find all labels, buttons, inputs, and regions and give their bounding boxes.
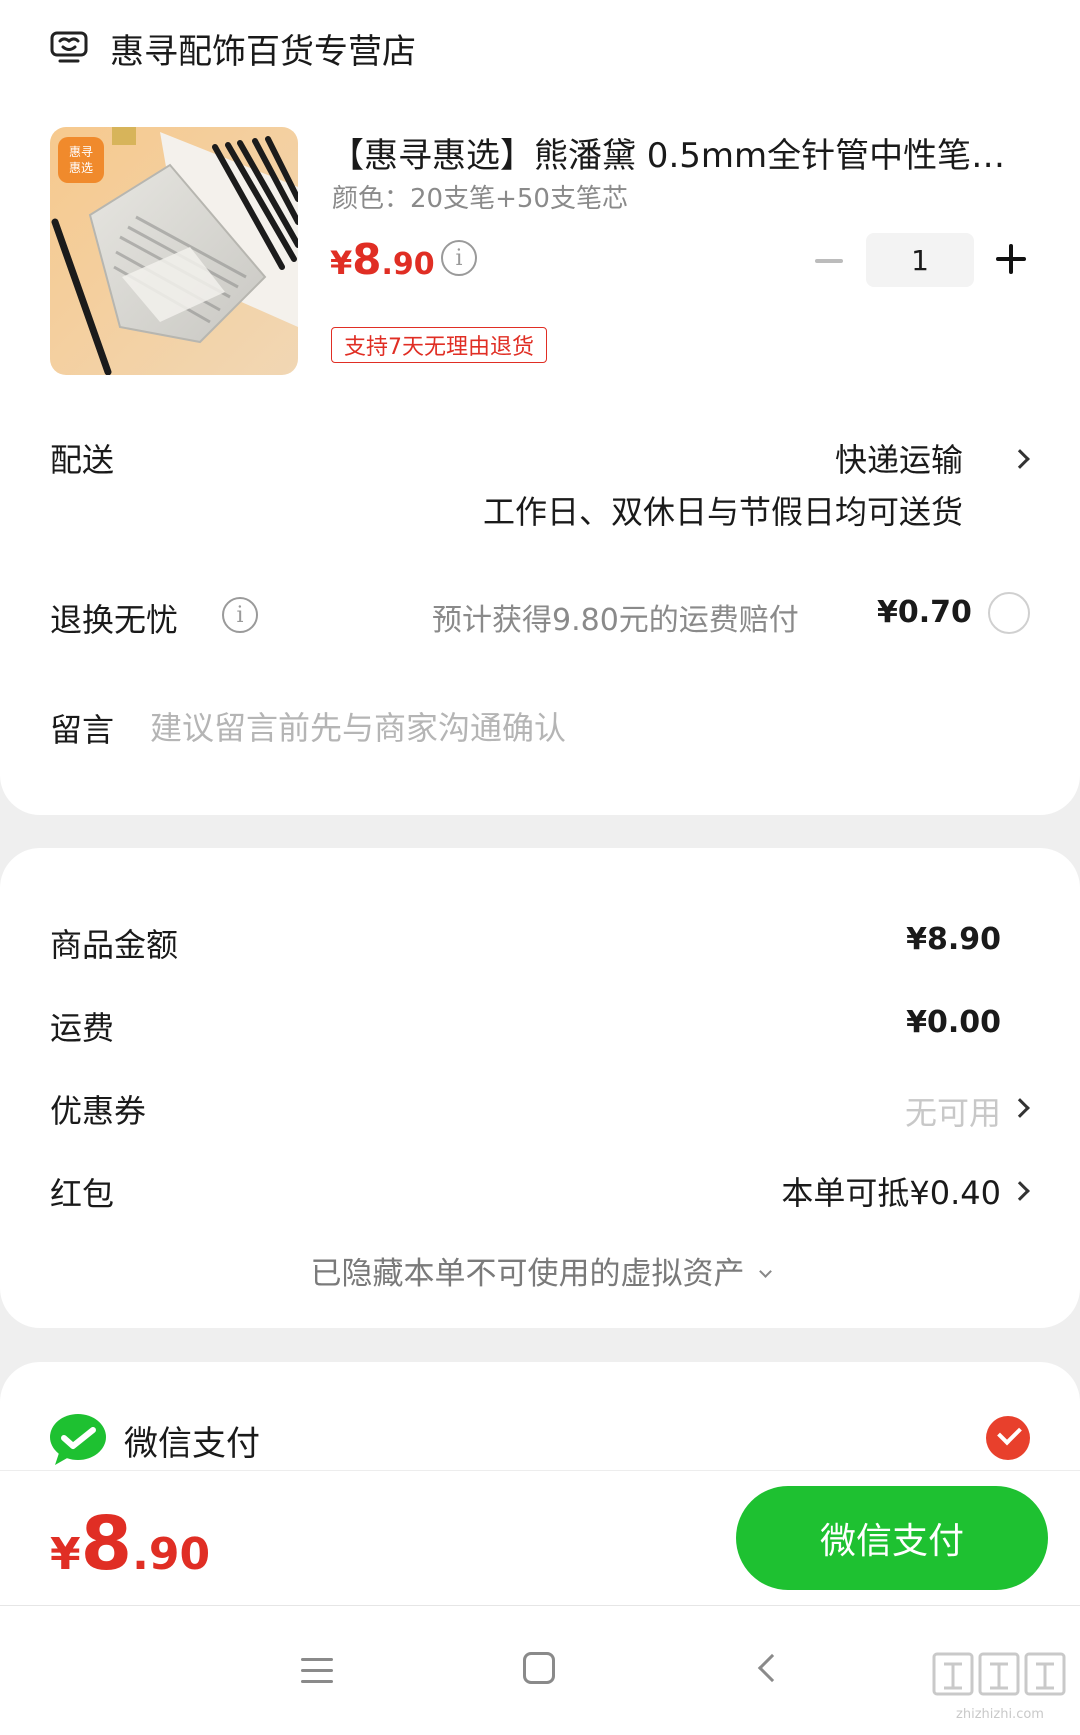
- wechat-pay-icon: [50, 1414, 106, 1465]
- delivery-description: 工作日、双休日与节假日均可送货: [482, 493, 963, 531]
- chevron-down-icon: [758, 1265, 772, 1278]
- goods-amount-label: 商品金额: [50, 926, 179, 964]
- hidden-assets-text: 已隐藏本单不可使用的虚拟资产: [310, 1256, 745, 1292]
- message-label: 留言: [50, 711, 115, 749]
- total-price: ¥ 8 .90: [50, 1501, 210, 1587]
- price-integer: 8: [352, 235, 382, 284]
- order-item-card: 惠寻配饰百货专营店 惠寻 惠选 【惠寻惠选】熊潘黛 0.5mm全针管中性笔… 颜…: [0, 0, 1080, 815]
- return-insurance-radio[interactable]: [988, 592, 1030, 634]
- menu-icon[interactable]: [301, 1658, 333, 1684]
- total-decimal: .90: [132, 1529, 211, 1580]
- shipping-value: ¥0.00: [906, 1005, 1001, 1040]
- price-summary-card: 商品金额 ¥8.90 运费 ¥0.00 优惠券 无可用 红包 本单可抵¥0.40…: [0, 848, 1080, 1328]
- total-currency: ¥: [50, 1529, 81, 1580]
- delivery-method[interactable]: 快递运输: [835, 435, 963, 481]
- return-policy-badge: 支持7天无理由退货: [331, 327, 547, 363]
- shop-name[interactable]: 惠寻配饰百货专营店: [110, 24, 416, 73]
- hidden-assets-toggle[interactable]: 已隐藏本单不可使用的虚拟资产: [0, 1248, 1080, 1293]
- quantity-decrease-button[interactable]: [815, 259, 843, 263]
- coupon-label: 优惠券: [50, 1092, 147, 1130]
- price-info-icon[interactable]: i: [441, 240, 477, 276]
- order-confirm-page: 惠寻配饰百货专营店 惠寻 惠选 【惠寻惠选】熊潘黛 0.5mm全针管中性笔… 颜…: [0, 0, 1080, 1735]
- delivery-chevron-icon[interactable]: [1010, 449, 1030, 469]
- back-icon[interactable]: [757, 1653, 787, 1683]
- product-image[interactable]: 惠寻 惠选: [50, 127, 298, 375]
- shop-row[interactable]: 惠寻配饰百货专营店: [50, 20, 416, 76]
- watermark-logo: zhizhizhi.com: [932, 1652, 1066, 1722]
- badge-line-1: 惠寻: [69, 145, 93, 159]
- quantity-increase-button[interactable]: [996, 244, 1026, 274]
- checkout-bar: ¥ 8 .90 微信支付: [0, 1470, 1080, 1606]
- coupon-value[interactable]: 无可用: [905, 1088, 1001, 1134]
- red-packet-label: 红包: [50, 1175, 115, 1213]
- red-packet-chevron-icon[interactable]: [1010, 1181, 1030, 1201]
- return-insurance-label: 退换无忧: [50, 601, 179, 639]
- return-insurance-info-icon[interactable]: i: [222, 597, 258, 633]
- price-decimal: .90: [381, 247, 435, 282]
- product-title[interactable]: 【惠寻惠选】熊潘黛 0.5mm全针管中性笔…: [330, 128, 1030, 177]
- wechat-pay-label[interactable]: 微信支付: [124, 1416, 260, 1465]
- product-spec[interactable]: 颜色：20支笔+50支笔芯: [332, 178, 628, 215]
- product-price: ¥ 8 .90: [330, 235, 435, 284]
- price-currency: ¥: [330, 244, 353, 282]
- watermark-text: zhizhizhi.com: [956, 1707, 1044, 1722]
- shop-icon: [50, 31, 88, 63]
- home-icon[interactable]: [523, 1652, 555, 1684]
- badge-line-2: 惠选: [69, 161, 93, 175]
- return-insurance-description: 预计获得9.80元的运费赔付: [432, 603, 799, 638]
- coupon-chevron-icon[interactable]: [1010, 1098, 1030, 1118]
- red-packet-value[interactable]: 本单可抵¥0.40: [781, 1168, 1001, 1214]
- product-image-art: 惠寻 惠选: [50, 127, 298, 375]
- quantity-input[interactable]: 1: [866, 233, 974, 287]
- wechat-pay-button[interactable]: 微信支付: [736, 1486, 1048, 1590]
- total-integer: 8: [80, 1501, 133, 1587]
- goods-amount-value: ¥8.90: [906, 922, 1001, 957]
- system-navigation-bar: zhizhizhi.com: [0, 1606, 1080, 1735]
- delivery-label: 配送: [50, 441, 115, 479]
- shipping-label: 运费: [50, 1009, 115, 1047]
- return-insurance-price: ¥0.70: [877, 595, 972, 630]
- wechat-pay-selected-check-icon[interactable]: [986, 1416, 1030, 1460]
- message-input[interactable]: [150, 703, 950, 753]
